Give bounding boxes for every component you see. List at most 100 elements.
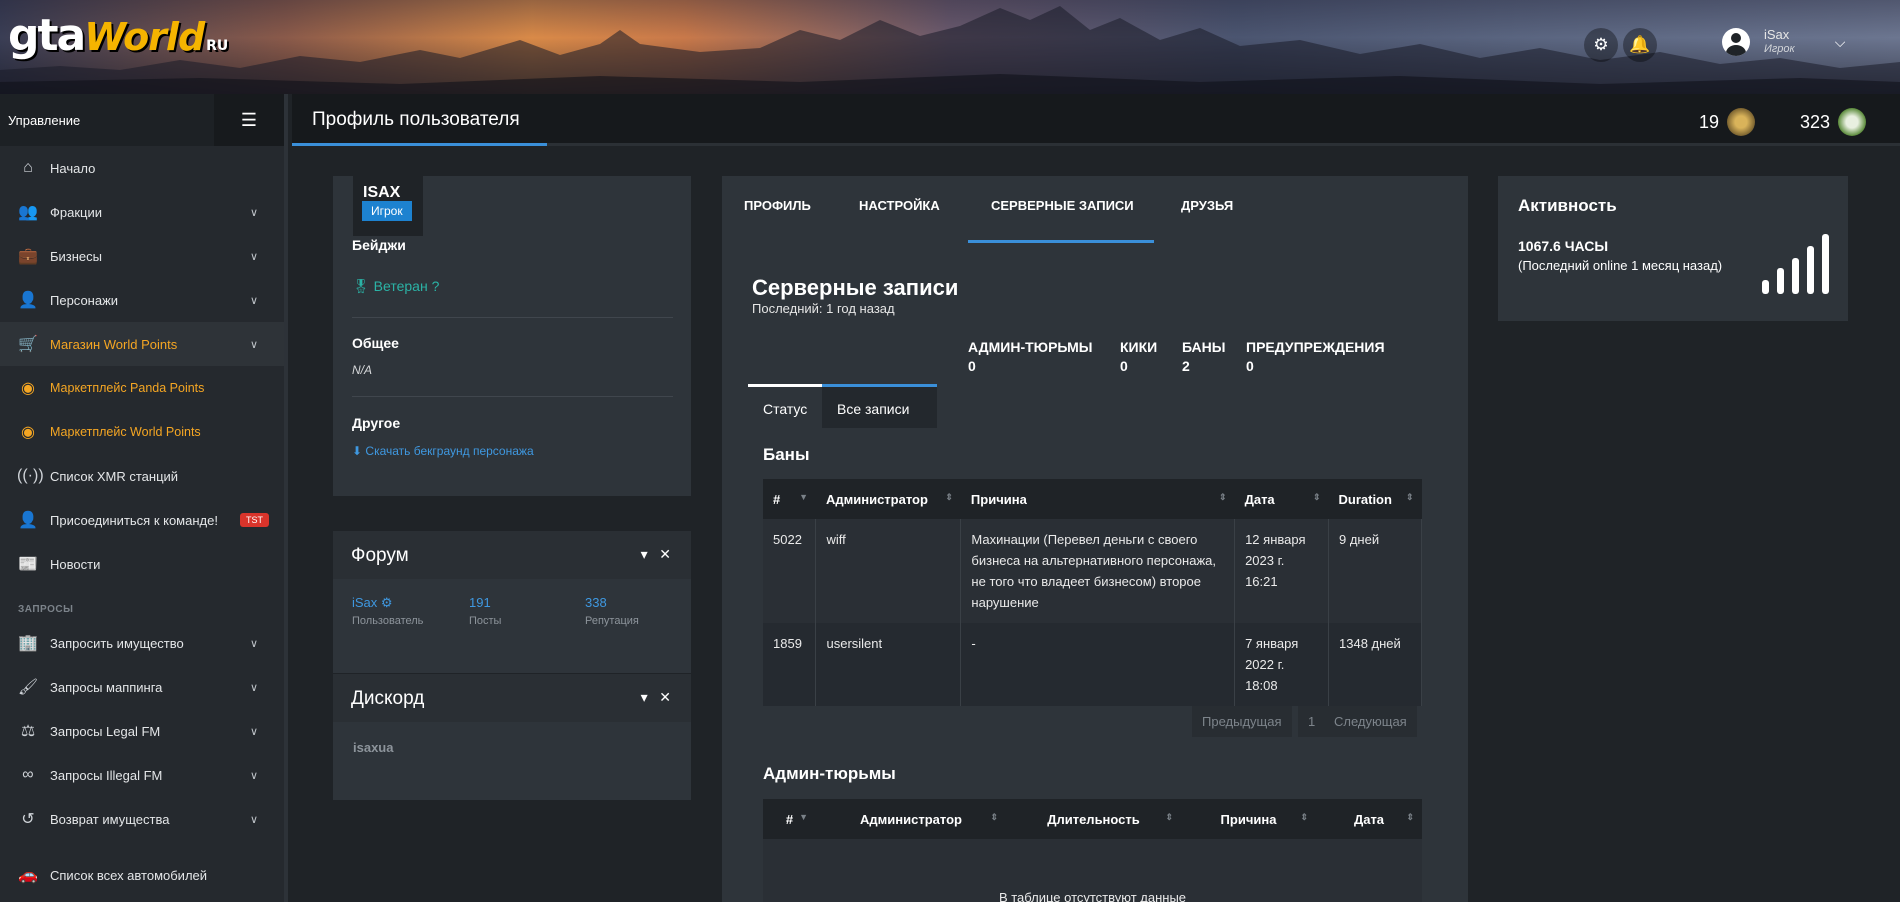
chevron-down-icon: ∨: [249, 681, 258, 694]
veteran-badge[interactable]: 🎖 Ветеран ?: [352, 278, 439, 295]
forum-rep-label: Репутация: [585, 615, 639, 627]
sidebar-item-property-return[interactable]: ↺ Возврат имущества ∨: [0, 797, 284, 841]
subtab-all-records[interactable]: Все записи: [822, 384, 937, 428]
jail-table: # ▼ Администратор ⇕ Длительность ⇕ Причина ⇕…: [763, 799, 1422, 902]
tab-profile[interactable]: ПРОФИЛЬ: [744, 198, 811, 213]
chevron-down-icon: ∨: [249, 637, 258, 650]
undo-icon: ↺: [21, 811, 35, 828]
user-menu[interactable]: iSax Игрок ⌵: [1722, 28, 1845, 56]
brush-icon: 🖌: [17, 679, 39, 696]
coins-icon: ◉: [21, 424, 35, 441]
stat-admin-jails: АДМИН-ТЮРЬМЫ 0: [968, 339, 1093, 374]
col-date[interactable]: Дата ⇕: [1316, 799, 1422, 839]
sidebar-item-panda-marketplace[interactable]: ◉ Маркетплейс Panda Points: [0, 366, 284, 410]
sidebar-item-request-property[interactable]: 🏢 Запросить имущество ∨: [0, 621, 284, 665]
activity-last-online: (Последний online 1 месяц назад): [1518, 258, 1723, 273]
award-icon: 🎖: [352, 278, 370, 294]
divider: [352, 396, 673, 397]
collapse-close-controls[interactable]: ▾ ✕: [641, 546, 671, 563]
discord-card: Дискорд ▾ ✕ isaxua: [333, 674, 691, 800]
sidebar-item-all-vehicles[interactable]: 🚗 Список всех автомобилей: [0, 853, 284, 897]
world-coin-icon: [1838, 108, 1867, 136]
stat-bans: БАНЫ 2: [1182, 339, 1226, 374]
sidebar-item-join-team[interactable]: 👤 Присоединиться к команде! TST: [0, 498, 284, 542]
sidebar-item-mapping-requests[interactable]: 🖌 Запросы маппинга ∨: [0, 665, 284, 709]
collapse-close-controls[interactable]: ▾ ✕: [641, 689, 671, 706]
chevron-down-icon: ∨: [249, 338, 258, 351]
panda-points-counter: 19: [1699, 108, 1756, 136]
col-reason[interactable]: Причина ⇕: [1181, 799, 1316, 839]
col-duration[interactable]: Duration ⇕: [1328, 479, 1422, 519]
profile-name: ISAX: [363, 184, 401, 201]
col-id[interactable]: # ▼: [763, 799, 816, 839]
header-banner: gtaWorld RU ⚙ 🔔 iSax Игрок ⌵: [0, 0, 1900, 94]
hamburger-menu-icon[interactable]: ☰: [214, 94, 284, 146]
sidebar-item-factions[interactable]: 👥 Фракции ∨: [0, 190, 284, 234]
chevron-down-icon: ∨: [249, 813, 258, 826]
sidebar-item-world-marketplace[interactable]: ◉ Маркетплейс World Points: [0, 410, 284, 454]
pager-next-button[interactable]: Следующая: [1324, 706, 1417, 737]
table-row: 5022 wiff Махинации (Перевел деньги с св…: [763, 519, 1422, 623]
profile-name-box: ISAX: [353, 156, 423, 236]
scale-icon: ⚖: [20, 723, 36, 740]
table-row-empty: В таблице отсутствуют данные: [763, 839, 1422, 902]
general-value: N/A: [352, 363, 373, 377]
help-icon: ?: [431, 278, 440, 294]
subtab-status[interactable]: Статус: [748, 384, 824, 428]
discord-header: Дискорд ▾ ✕: [333, 674, 691, 722]
sidebar-item-legal-fm[interactable]: ⚖ Запросы Legal FM ∨: [0, 709, 284, 753]
forum-user[interactable]: iSax ⚙: [352, 595, 393, 611]
forum-header: Форум ▾ ✕: [333, 531, 691, 579]
cart-icon: 🛒: [18, 336, 38, 353]
col-date[interactable]: Дата ⇕: [1234, 479, 1329, 519]
sidebar-item-illegal-fm[interactable]: ∞ Запросы Illegal FM ∨: [0, 753, 284, 797]
user-info: iSax Игрок: [1764, 28, 1795, 56]
col-reason[interactable]: Причина ⇕: [960, 479, 1235, 519]
chevron-down-icon[interactable]: ⌵: [1835, 34, 1846, 51]
activity-hours: 1067.6 ЧАСЫ: [1518, 238, 1609, 254]
role-badge: Игрок: [362, 201, 412, 221]
pager-prev-button[interactable]: Предыдущая: [1192, 706, 1292, 737]
car-icon: 🚗: [18, 867, 38, 884]
sidebar-item-businesses[interactable]: 💼 Бизнесы ∨: [0, 234, 284, 278]
active-tab-underline: [968, 240, 1154, 243]
sidebar-item-news[interactable]: 📰 Новости: [0, 542, 284, 586]
pager-page-button[interactable]: 1: [1298, 706, 1326, 737]
site-logo[interactable]: gtaWorld RU: [8, 10, 228, 61]
tab-friends[interactable]: ДРУЗЬЯ: [1181, 198, 1233, 213]
stat-kicks: КИКИ 0: [1120, 339, 1158, 374]
tab-server-records[interactable]: СЕРВЕРНЫЕ ЗАПИСИ: [991, 198, 1134, 213]
chevron-down-icon: ∨: [249, 294, 258, 307]
table-row: 1859 usersilent - 7 января 2022 г. 18:08…: [763, 623, 1422, 706]
chevron-down-icon: ∨: [249, 725, 258, 738]
gear-icon[interactable]: ⚙: [1584, 28, 1618, 62]
tab-settings[interactable]: НАСТРОЙКА: [859, 198, 940, 213]
sidebar-item-xmr-stations[interactable]: ((·)) Список XMR станций: [0, 454, 284, 498]
bell-icon[interactable]: 🔔: [1623, 28, 1657, 62]
discord-value: isaxua: [353, 740, 394, 755]
chevron-down-icon: ∨: [249, 250, 258, 263]
forum-rep: 338: [585, 595, 607, 610]
sidebar-item-characters[interactable]: 👤 Персонажи ∨: [0, 278, 284, 322]
tst-badge: TST: [239, 513, 269, 527]
col-admin[interactable]: Администратор ⇕: [816, 799, 1006, 839]
world-points-counter: 323: [1800, 108, 1867, 136]
download-background-link[interactable]: ⬇ Скачать бекграунд персонажа: [352, 444, 534, 458]
sidebar-item-shop-world-points[interactable]: 🛒 Магазин World Points ∨: [0, 322, 284, 366]
col-admin[interactable]: Администратор ⇕: [815, 479, 961, 519]
user-icon: 👤: [18, 292, 38, 309]
forum-user-label: Пользователь: [352, 615, 424, 627]
discord-title: Дискорд: [351, 688, 425, 709]
bans-table: # ▼ Администратор ⇕ Причина ⇕ Дата ⇕ Duratio…: [763, 479, 1422, 706]
coins-icon: ◉: [21, 380, 35, 397]
title-underline: [292, 143, 547, 146]
badges-title: Бейджи: [352, 237, 406, 253]
records-last: Последний: 1 год назад: [752, 301, 895, 316]
user-role: Игрок: [1764, 43, 1795, 55]
col-id[interactable]: # ▼: [763, 479, 816, 519]
col-duration[interactable]: Длительность ⇕: [1006, 799, 1181, 839]
sidebar-item-home[interactable]: ⌂ Начало: [0, 146, 284, 190]
avatar: [1722, 28, 1750, 56]
forum-title: Форум: [351, 545, 409, 566]
user-name: iSax: [1764, 27, 1790, 42]
